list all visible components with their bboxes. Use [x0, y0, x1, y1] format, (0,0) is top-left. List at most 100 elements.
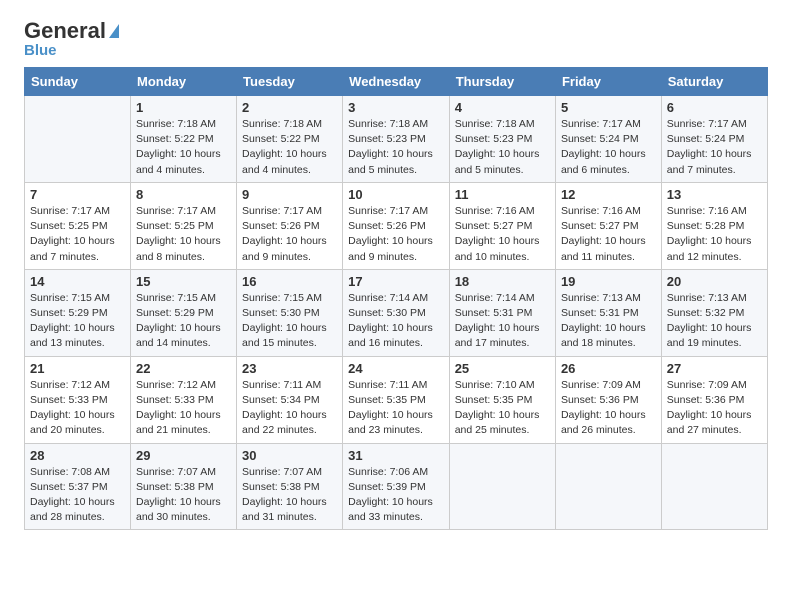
logo-triangle-icon — [109, 24, 119, 38]
day-number: 8 — [136, 187, 231, 202]
day-number: 24 — [348, 361, 444, 376]
day-info: Sunrise: 7:17 AM Sunset: 5:26 PM Dayligh… — [348, 204, 444, 265]
day-info: Sunrise: 7:09 AM Sunset: 5:36 PM Dayligh… — [561, 378, 656, 439]
day-number: 25 — [455, 361, 550, 376]
calendar-cell: 23 Sunrise: 7:11 AM Sunset: 5:34 PM Dayli… — [237, 356, 343, 443]
calendar-cell: 2Sunrise: 7:18 AM Sunset: 5:22 PM Daylig… — [237, 96, 343, 183]
calendar-cell: 5Sunrise: 7:17 AM Sunset: 5:24 PM Daylig… — [555, 96, 661, 183]
day-number: 16 — [242, 274, 337, 289]
day-number: 6 — [667, 100, 762, 115]
calendar-header-row: SundayMondayTuesdayWednesdayThursdayFrid… — [25, 68, 768, 96]
day-number: 10 — [348, 187, 444, 202]
day-number: 27 — [667, 361, 762, 376]
calendar-week-row: 1 Sunrise: 7:18 AM Sunset: 5:22 PM Daylig… — [25, 96, 768, 183]
day-info: Sunrise: 7:09 AM Sunset: 5:36 PM Dayligh… — [667, 378, 762, 439]
day-number: 23 — [242, 361, 337, 376]
calendar-cell: 28 Sunrise: 7:08 AM Sunset: 5:37 PM Dayli… — [25, 443, 131, 530]
day-info: Sunrise: 7:17 AM Sunset: 5:24 PM Dayligh… — [667, 117, 762, 178]
day-info: Sunrise: 7:14 AM Sunset: 5:31 PM Dayligh… — [455, 291, 550, 352]
calendar-cell: 31 Sunrise: 7:06 AM Sunset: 5:39 PM Dayli… — [343, 443, 450, 530]
day-info: Sunrise: 7:10 AM Sunset: 5:35 PM Dayligh… — [455, 378, 550, 439]
calendar-cell: 13 Sunrise: 7:16 AM Sunset: 5:28 PM Dayli… — [661, 182, 767, 269]
day-info: Sunrise: 7:12 AM Sunset: 5:33 PM Dayligh… — [30, 378, 125, 439]
calendar-cell: 1 Sunrise: 7:18 AM Sunset: 5:22 PM Daylig… — [131, 96, 237, 183]
column-header-wednesday: Wednesday — [343, 68, 450, 96]
calendar-cell: 10 Sunrise: 7:17 AM Sunset: 5:26 PM Dayli… — [343, 182, 450, 269]
day-info: Sunrise: 7:12 AM Sunset: 5:33 PM Dayligh… — [136, 378, 231, 439]
day-info: Sunrise: 7:17 AM Sunset: 5:25 PM Dayligh… — [30, 204, 125, 265]
calendar-cell: 6 Sunrise: 7:17 AM Sunset: 5:24 PM Daylig… — [661, 96, 767, 183]
day-number: 13 — [667, 187, 762, 202]
logo-general: General — [24, 20, 106, 42]
calendar-cell: 8 Sunrise: 7:17 AM Sunset: 5:25 PM Daylig… — [131, 182, 237, 269]
day-info: Sunrise: 7:17 AM Sunset: 5:25 PM Dayligh… — [136, 204, 231, 265]
calendar-cell: 22 Sunrise: 7:12 AM Sunset: 5:33 PM Dayli… — [131, 356, 237, 443]
calendar-cell: 27 Sunrise: 7:09 AM Sunset: 5:36 PM Dayli… — [661, 356, 767, 443]
calendar-cell — [661, 443, 767, 530]
day-info: Sunrise: 7:16 AM Sunset: 5:28 PM Dayligh… — [667, 204, 762, 265]
calendar-cell: 18 Sunrise: 7:14 AM Sunset: 5:31 PM Dayli… — [449, 269, 555, 356]
calendar-cell: 20Sunrise: 7:13 AM Sunset: 5:32 PM Dayli… — [661, 269, 767, 356]
day-info: Sunrise: 7:06 AM Sunset: 5:39 PM Dayligh… — [348, 465, 444, 526]
column-header-sunday: Sunday — [25, 68, 131, 96]
day-number: 31 — [348, 448, 444, 463]
calendar-cell: 30 Sunrise: 7:07 AM Sunset: 5:38 PM Dayli… — [237, 443, 343, 530]
day-number: 22 — [136, 361, 231, 376]
day-info: Sunrise: 7:13 AM Sunset: 5:31 PM Dayligh… — [561, 291, 656, 352]
logo: General Blue — [24, 20, 119, 59]
calendar-cell: 29 Sunrise: 7:07 AM Sunset: 5:38 PM Dayli… — [131, 443, 237, 530]
day-info: Sunrise: 7:18 AM Sunset: 5:22 PM Dayligh… — [136, 117, 231, 178]
column-header-monday: Monday — [131, 68, 237, 96]
day-number: 26 — [561, 361, 656, 376]
calendar-cell: 25 Sunrise: 7:10 AM Sunset: 5:35 PM Dayli… — [449, 356, 555, 443]
day-info: Sunrise: 7:11 AM Sunset: 5:34 PM Dayligh… — [242, 378, 337, 439]
day-info: Sunrise: 7:14 AM Sunset: 5:30 PM Dayligh… — [348, 291, 444, 352]
calendar-cell: 24 Sunrise: 7:11 AM Sunset: 5:35 PM Dayli… — [343, 356, 450, 443]
day-info: Sunrise: 7:08 AM Sunset: 5:37 PM Dayligh… — [30, 465, 125, 526]
day-number: 17 — [348, 274, 444, 289]
day-number: 4 — [455, 100, 550, 115]
calendar-cell — [25, 96, 131, 183]
day-number: 12 — [561, 187, 656, 202]
day-info: Sunrise: 7:07 AM Sunset: 5:38 PM Dayligh… — [242, 465, 337, 526]
day-number: 21 — [30, 361, 125, 376]
calendar-week-row: 21 Sunrise: 7:12 AM Sunset: 5:33 PM Dayli… — [25, 356, 768, 443]
day-number: 14 — [30, 274, 125, 289]
day-number: 30 — [242, 448, 337, 463]
calendar-cell: 17 Sunrise: 7:14 AM Sunset: 5:30 PM Dayli… — [343, 269, 450, 356]
day-number: 20 — [667, 274, 762, 289]
calendar-cell: 9Sunrise: 7:17 AM Sunset: 5:26 PM Daylig… — [237, 182, 343, 269]
day-info: Sunrise: 7:17 AM Sunset: 5:26 PM Dayligh… — [242, 204, 337, 265]
day-number: 29 — [136, 448, 231, 463]
day-info: Sunrise: 7:18 AM Sunset: 5:23 PM Dayligh… — [348, 117, 444, 178]
day-number: 15 — [136, 274, 231, 289]
day-number: 28 — [30, 448, 125, 463]
day-info: Sunrise: 7:11 AM Sunset: 5:35 PM Dayligh… — [348, 378, 444, 439]
column-header-tuesday: Tuesday — [237, 68, 343, 96]
calendar-cell — [449, 443, 555, 530]
calendar-cell: 7 Sunrise: 7:17 AM Sunset: 5:25 PM Daylig… — [25, 182, 131, 269]
day-number: 11 — [455, 187, 550, 202]
day-info: Sunrise: 7:16 AM Sunset: 5:27 PM Dayligh… — [455, 204, 550, 265]
calendar-week-row: 28 Sunrise: 7:08 AM Sunset: 5:37 PM Dayli… — [25, 443, 768, 530]
day-number: 18 — [455, 274, 550, 289]
day-number: 1 — [136, 100, 231, 115]
day-info: Sunrise: 7:15 AM Sunset: 5:29 PM Dayligh… — [136, 291, 231, 352]
day-info: Sunrise: 7:18 AM Sunset: 5:23 PM Dayligh… — [455, 117, 550, 178]
calendar-table: SundayMondayTuesdayWednesdayThursdayFrid… — [24, 67, 768, 530]
day-number: 7 — [30, 187, 125, 202]
calendar-cell: 12Sunrise: 7:16 AM Sunset: 5:27 PM Dayli… — [555, 182, 661, 269]
calendar-cell — [555, 443, 661, 530]
day-number: 2 — [242, 100, 337, 115]
column-header-saturday: Saturday — [661, 68, 767, 96]
calendar-cell: 4 Sunrise: 7:18 AM Sunset: 5:23 PM Daylig… — [449, 96, 555, 183]
calendar-week-row: 7 Sunrise: 7:17 AM Sunset: 5:25 PM Daylig… — [25, 182, 768, 269]
calendar-cell: 19 Sunrise: 7:13 AM Sunset: 5:31 PM Dayli… — [555, 269, 661, 356]
logo-blue-label: Blue — [24, 42, 57, 59]
calendar-cell: 3Sunrise: 7:18 AM Sunset: 5:23 PM Daylig… — [343, 96, 450, 183]
day-number: 5 — [561, 100, 656, 115]
page-header: General Blue — [24, 20, 768, 59]
day-info: Sunrise: 7:07 AM Sunset: 5:38 PM Dayligh… — [136, 465, 231, 526]
calendar-cell: 14Sunrise: 7:15 AM Sunset: 5:29 PM Dayli… — [25, 269, 131, 356]
day-number: 19 — [561, 274, 656, 289]
